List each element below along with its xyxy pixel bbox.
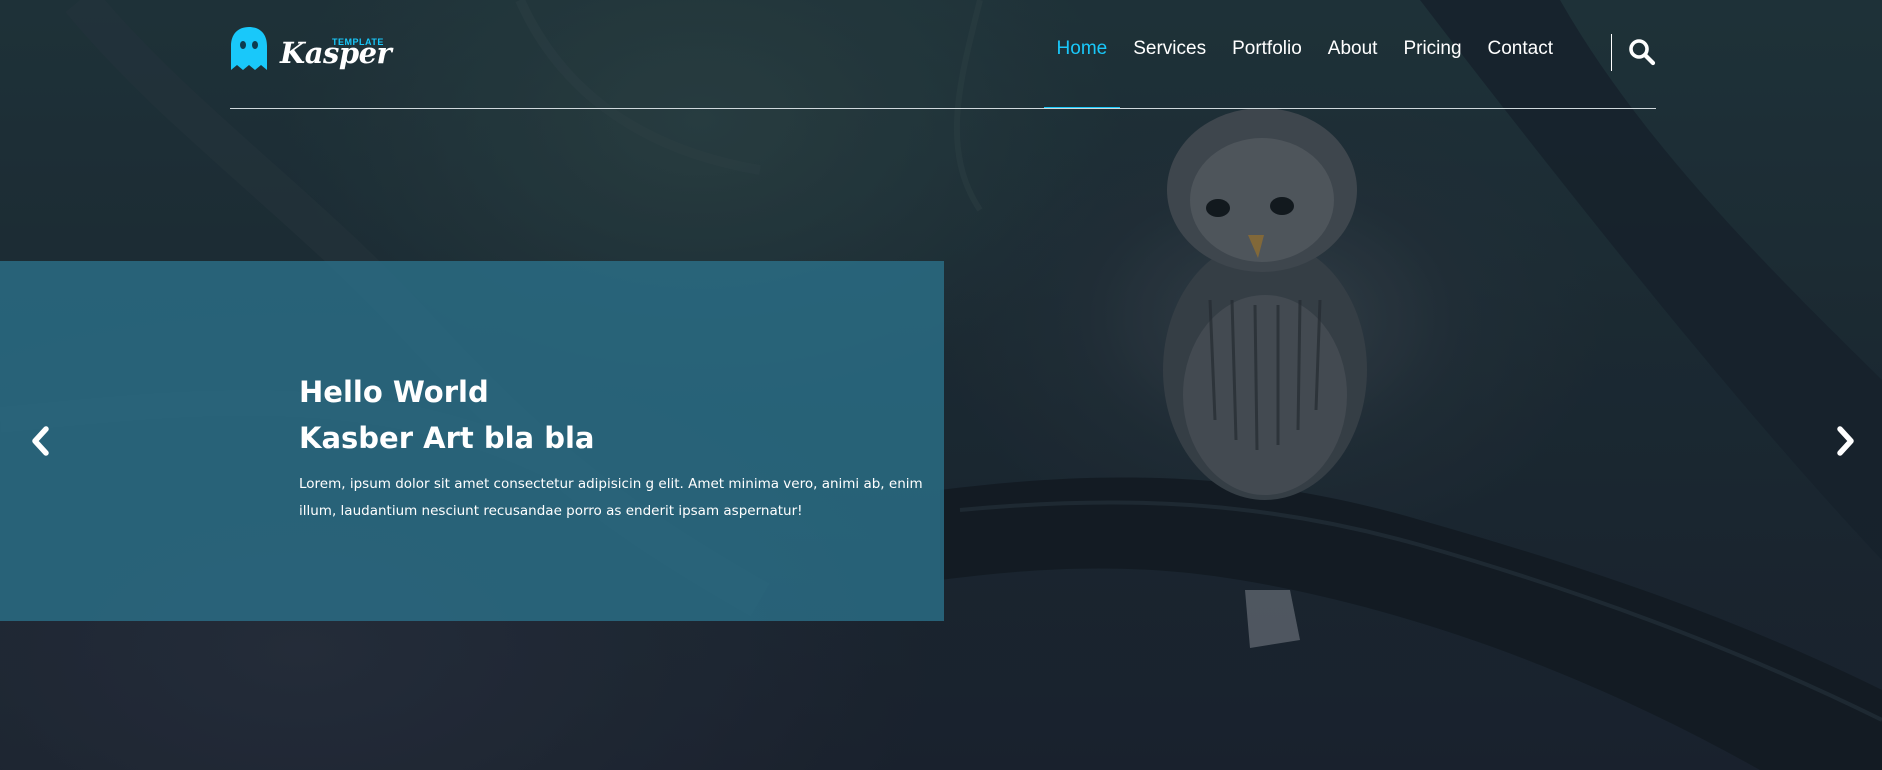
- nav-item-services[interactable]: Services: [1120, 38, 1219, 108]
- nav-item-contact[interactable]: Contact: [1475, 38, 1566, 108]
- hero-slide-content: Hello World Kasber Art bla bla Lorem, ip…: [0, 261, 944, 621]
- chevron-right-icon: [1837, 426, 1854, 456]
- slider-prev-button[interactable]: [28, 426, 54, 456]
- nav-item-portfolio[interactable]: Portfolio: [1219, 38, 1315, 108]
- chevron-left-icon: [32, 426, 49, 456]
- slide-title-line-2: Kasber Art bla bla: [299, 421, 595, 455]
- search-button[interactable]: [1628, 38, 1656, 66]
- kasper-logo[interactable]: TEMPLATE Kasper: [230, 26, 392, 76]
- slide-title-line-1: Hello World: [299, 375, 489, 409]
- slider-next-button[interactable]: [1832, 426, 1858, 456]
- logo-wordmark: Kasper: [280, 36, 392, 70]
- slide-description: Lorem, ipsum dolor sit amet consectetur …: [299, 476, 923, 519]
- site-header: TEMPLATE Kasper Home Services Portfolio …: [230, 0, 1656, 110]
- ghost-logo-icon: [231, 27, 267, 70]
- search-icon: [1629, 39, 1656, 66]
- nav-item-home[interactable]: Home: [1043, 38, 1121, 109]
- slide-title: Hello World Kasber Art bla bla: [299, 369, 594, 461]
- nav-item-pricing[interactable]: Pricing: [1390, 38, 1474, 108]
- header-divider-line: [230, 108, 1656, 109]
- nav-item-about[interactable]: About: [1315, 38, 1391, 108]
- main-nav: Home Services Portfolio About Pricing Co…: [1043, 38, 1566, 109]
- landing-page: TEMPLATE Kasper Home Services Portfolio …: [0, 0, 1882, 770]
- nav-divider: [1611, 34, 1612, 71]
